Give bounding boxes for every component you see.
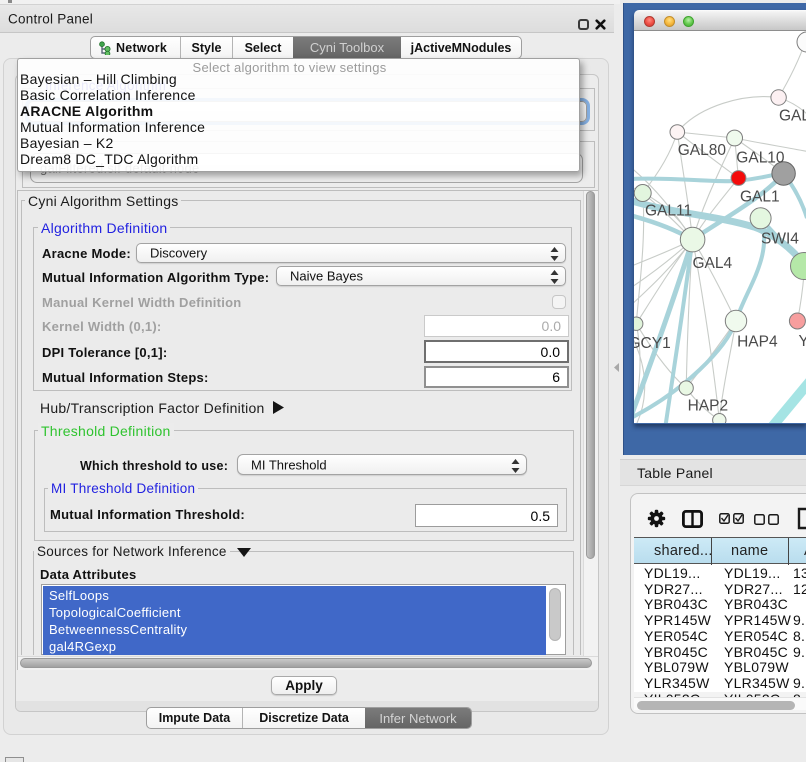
svg-text:GCY1: GCY1 [634,335,671,352]
svg-text:GAL10: GAL10 [736,149,785,166]
svg-text:HAP2: HAP2 [688,398,729,415]
svg-text:GAL80: GAL80 [678,142,727,159]
svg-text:GAL7: GAL7 [779,108,806,125]
svg-text:SWI4: SWI4 [761,231,799,248]
svg-text:Y: Y [799,333,806,350]
svg-text:GAL4: GAL4 [693,255,733,272]
svg-text:HAP4: HAP4 [737,334,778,351]
svg-text:GAL11: GAL11 [645,203,692,220]
svg-text:GAL1: GAL1 [740,189,780,206]
